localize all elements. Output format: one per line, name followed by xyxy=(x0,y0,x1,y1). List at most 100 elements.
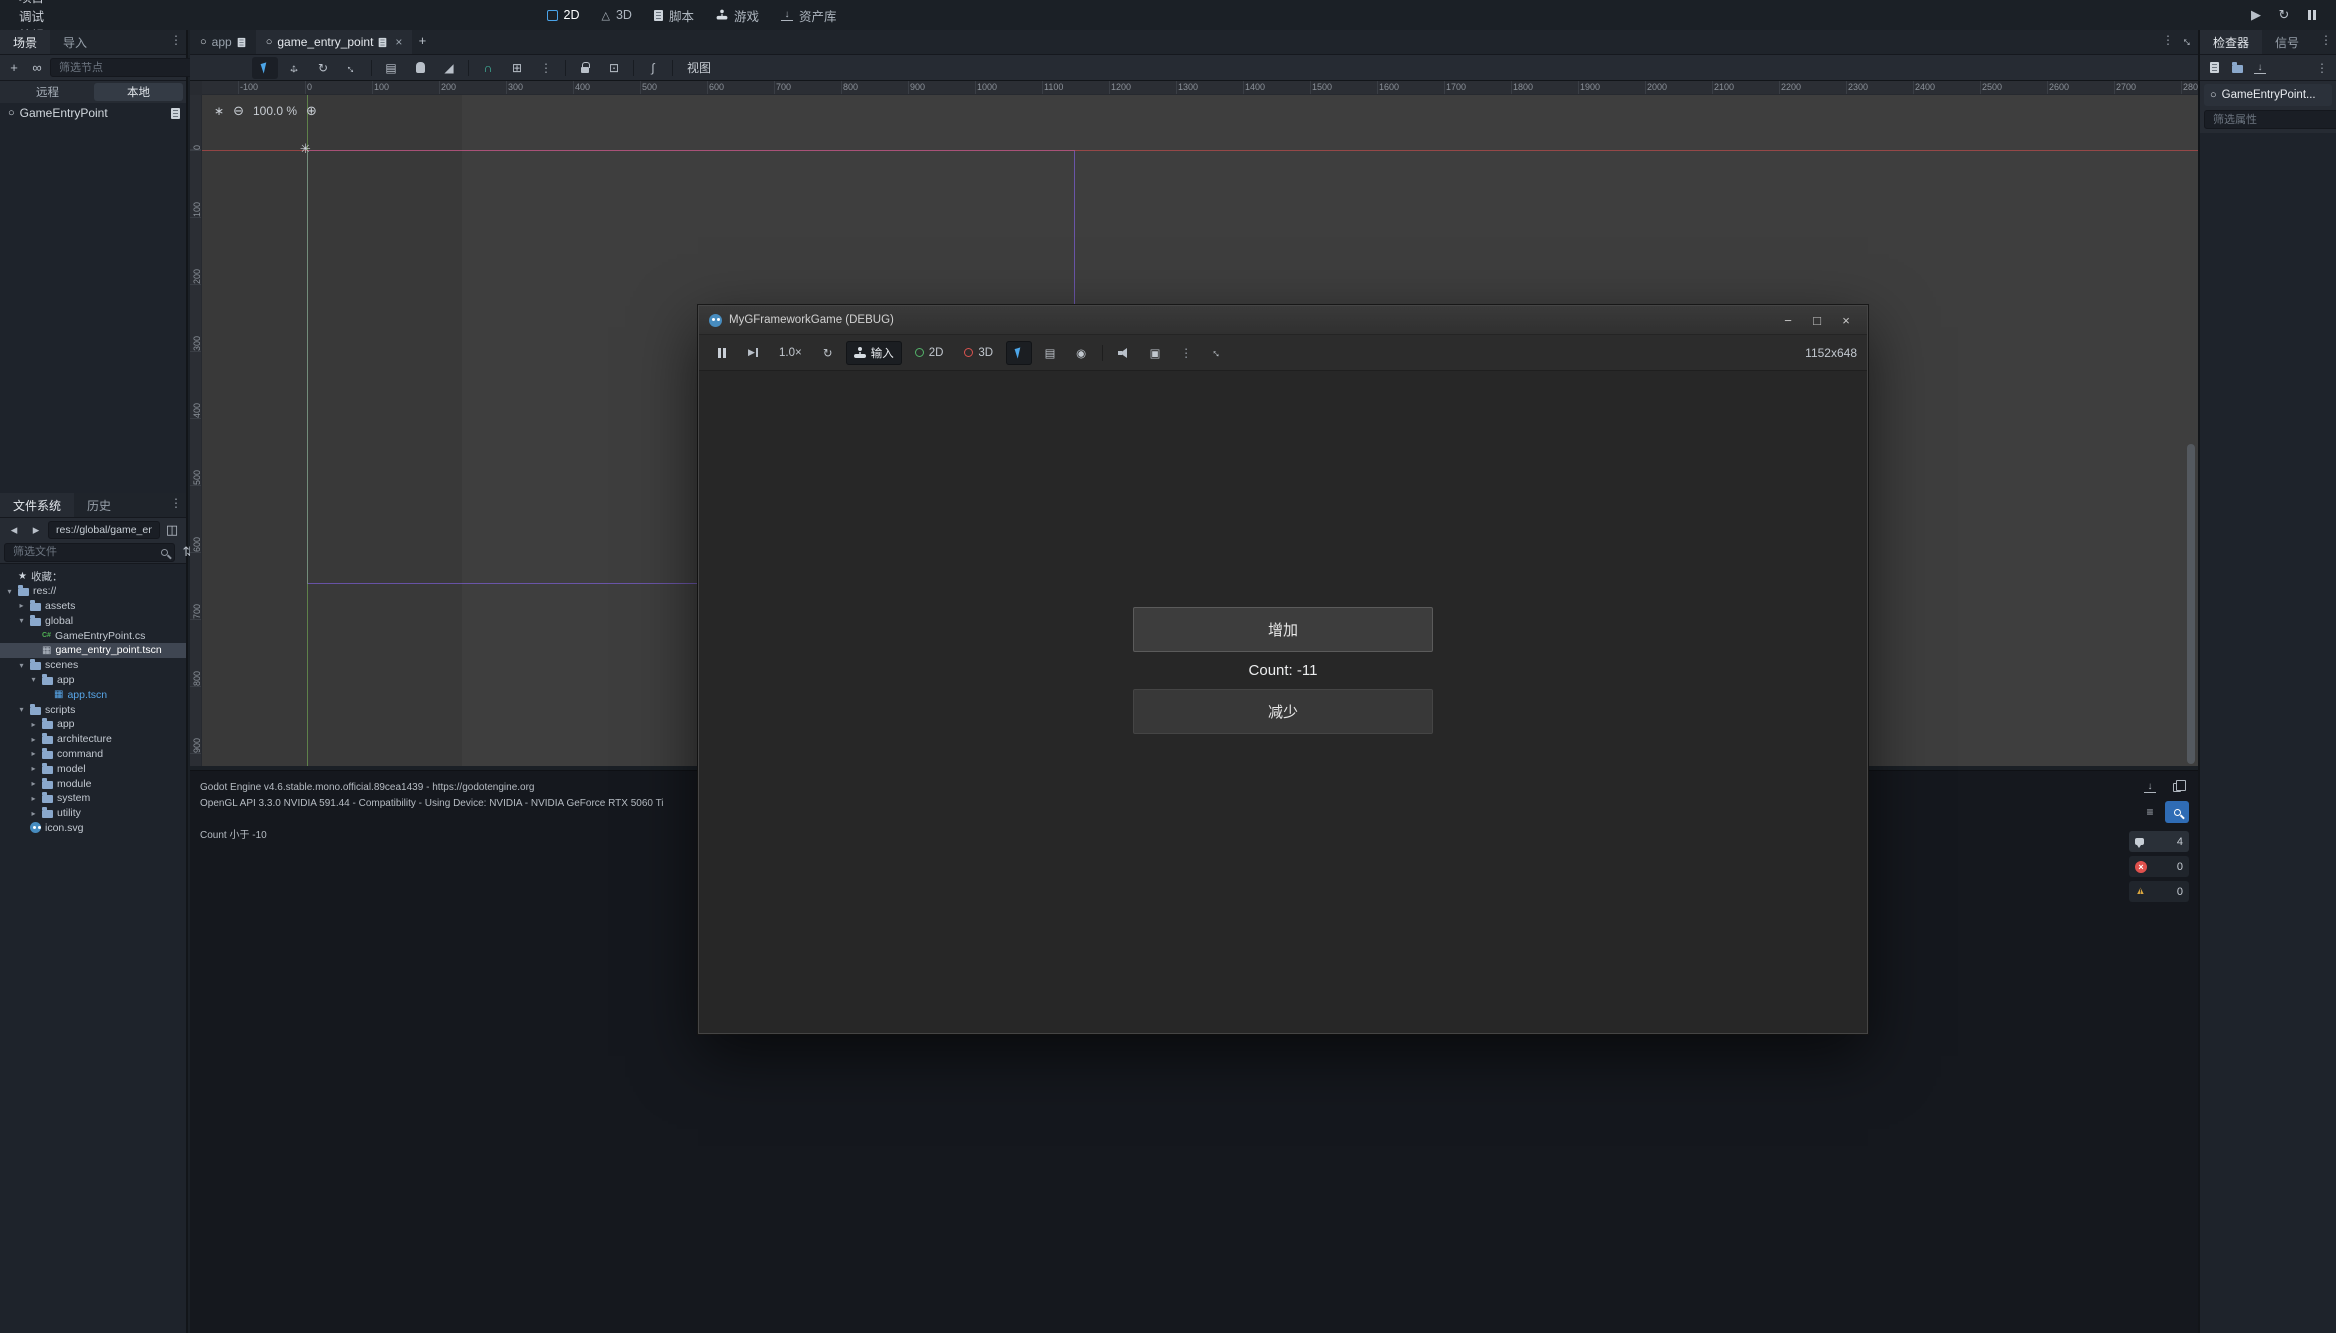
snap-options-button[interactable]: ⋮ xyxy=(533,57,559,79)
scene-tab-game_entry_point[interactable]: ○game_entry_point× xyxy=(256,30,413,54)
file-tree-item[interactable]: C#GameEntryPoint.cs xyxy=(0,628,186,643)
select-tool-button[interactable] xyxy=(252,57,278,79)
caret-icon[interactable]: ▸ xyxy=(29,764,38,773)
lock-node-button[interactable] xyxy=(572,57,598,79)
close-tab-icon[interactable]: × xyxy=(395,35,402,49)
skeleton-options-button[interactable]: ∫ xyxy=(640,57,666,79)
file-tree-item[interactable]: ▾scripts xyxy=(0,702,186,717)
workspace-tab-3d[interactable]: △3D xyxy=(591,3,643,27)
caret-icon[interactable]: ▾ xyxy=(17,616,26,625)
split-view-icon[interactable]: ◫ xyxy=(162,520,182,540)
game-window-titlebar[interactable]: MyGFrameworkGame (DEBUG) − □ × xyxy=(699,306,1867,334)
message-count-badge[interactable]: 4 xyxy=(2129,831,2189,852)
file-tree-item[interactable]: ▸utility xyxy=(0,806,186,821)
script-icon[interactable] xyxy=(171,108,180,119)
caret-icon[interactable]: ▸ xyxy=(17,601,26,610)
reload-game-button[interactable]: ↻ xyxy=(815,341,841,365)
maximize-button[interactable]: □ xyxy=(1806,313,1828,328)
property-filter-input[interactable] xyxy=(2211,113,2336,127)
file-tree-item[interactable]: ▸assets xyxy=(0,599,186,614)
ruler-tool-button[interactable]: ◢ xyxy=(436,57,462,79)
visibility-button[interactable]: ◉ xyxy=(1068,341,1094,365)
2d-mode-button[interactable]: 2D xyxy=(907,341,952,365)
file-tree-item[interactable]: ▸model xyxy=(0,761,186,776)
filesystem-options-icon[interactable]: ⋮ xyxy=(166,493,186,513)
caret-icon[interactable]: ▾ xyxy=(17,705,26,714)
next-frame-button[interactable]: ▶ xyxy=(740,341,766,365)
load-resource-button[interactable] xyxy=(2227,58,2247,78)
camera-override-button[interactable]: ▣ xyxy=(1142,341,1168,365)
game-fullscreen-button[interactable]: ↔ xyxy=(1204,341,1230,365)
smart-snap-button[interactable]: ∩ xyxy=(475,57,501,79)
new-resource-button[interactable] xyxy=(2204,58,2224,78)
back-icon[interactable]: ◂ xyxy=(4,520,24,540)
workspace-tab-game[interactable]: 游戏 xyxy=(705,3,770,27)
inspected-node[interactable]: ○ GameEntryPoint... xyxy=(2204,84,2332,106)
search-log-button[interactable] xyxy=(2165,801,2189,823)
file-tree-item[interactable]: ▸command xyxy=(0,747,186,762)
play-button[interactable]: ▶ xyxy=(2246,5,2266,25)
property-filter[interactable] xyxy=(2204,110,2336,129)
copy-log-button[interactable] xyxy=(2165,776,2189,798)
file-filter-input[interactable] xyxy=(11,545,157,559)
file-tree-item[interactable]: ▾global xyxy=(0,613,186,628)
list-select-button[interactable]: ▤ xyxy=(378,57,404,79)
3d-mode-button[interactable]: 3D xyxy=(956,341,1001,365)
suspend-button[interactable] xyxy=(709,341,735,365)
file-tree-item[interactable]: ▸system xyxy=(0,791,186,806)
workspace-tab-assetlib[interactable]: ↓资产库 xyxy=(770,3,848,27)
caret-icon[interactable]: ▾ xyxy=(17,661,26,670)
rotate-tool-button[interactable]: ↻ xyxy=(310,57,336,79)
menubar-menu[interactable]: 调试 xyxy=(10,6,66,25)
workspace-tab-script[interactable]: 脚本 xyxy=(643,3,705,27)
forward-icon[interactable]: ▸ xyxy=(26,520,46,540)
file-tree-item[interactable]: ▦app.tscn xyxy=(0,687,186,702)
tab-import[interactable]: 导入 xyxy=(50,30,100,54)
move-tool-button[interactable] xyxy=(281,57,307,79)
dock-options-icon[interactable]: ⋮ xyxy=(166,30,186,50)
caret-icon[interactable]: ▸ xyxy=(29,809,38,818)
scene-tab-list-icon[interactable]: ⋮ xyxy=(2158,30,2178,50)
expand-editor-icon[interactable]: ↔ xyxy=(2178,30,2198,50)
tab-history[interactable]: 历史 xyxy=(74,493,124,517)
grid-snap-button[interactable]: ⊞ xyxy=(504,57,530,79)
file-tree-item[interactable]: ▾res:// xyxy=(0,584,186,599)
scene-tree-root-node[interactable]: ○ GameEntryPoint xyxy=(0,103,186,123)
minimize-button[interactable]: − xyxy=(1777,313,1799,328)
tab-scene[interactable]: 场景 xyxy=(0,30,50,54)
vertical-scrollbar[interactable] xyxy=(2187,444,2195,764)
select-mode-button[interactable] xyxy=(1006,341,1032,365)
save-log-button[interactable]: ↓ xyxy=(2138,776,2162,798)
file-filter[interactable] xyxy=(4,543,175,562)
view-menu[interactable]: 视图 xyxy=(679,59,719,76)
error-count-badge[interactable]: ×0 xyxy=(2129,856,2189,877)
tab-signals[interactable]: 信号 xyxy=(2262,30,2312,54)
close-button[interactable]: × xyxy=(1835,313,1857,328)
path-input[interactable] xyxy=(54,523,154,537)
scene-filter-input[interactable] xyxy=(57,61,203,75)
caret-icon[interactable]: ▸ xyxy=(29,794,38,803)
filter-log-button[interactable]: ≡ xyxy=(2138,801,2162,823)
pan-tool-button[interactable] xyxy=(407,57,433,79)
instance-scene-button[interactable]: ∞ xyxy=(27,58,47,78)
workspace-tab-2d[interactable]: 2D xyxy=(536,3,591,27)
file-tree-item[interactable]: ▸app xyxy=(0,717,186,732)
caret-icon[interactable]: ▾ xyxy=(5,587,14,596)
pause-button[interactable] xyxy=(2302,5,2322,25)
scene-tab-app[interactable]: ○app xyxy=(190,30,256,54)
speed-button[interactable]: 1.0× xyxy=(771,341,810,365)
zoom-out-button[interactable]: ⊖ xyxy=(233,103,244,119)
decrease-button[interactable]: 减少 xyxy=(1133,689,1433,734)
increase-button[interactable]: 增加 xyxy=(1133,607,1433,652)
file-tree-item[interactable]: ▸module xyxy=(0,776,186,791)
file-tree-item[interactable]: ★收藏： xyxy=(0,569,186,584)
caret-icon[interactable]: ▸ xyxy=(29,720,38,729)
caret-icon[interactable]: ▸ xyxy=(29,779,38,788)
inspector-options-icon[interactable]: ⋮ xyxy=(2316,30,2336,50)
caret-icon[interactable]: ▸ xyxy=(29,735,38,744)
file-tree-item[interactable]: ▸architecture xyxy=(0,732,186,747)
file-tree-item[interactable]: ▾scenes xyxy=(0,658,186,673)
warning-count-badge[interactable]: ▲!0 xyxy=(2129,881,2189,902)
save-resource-button[interactable]: ↓ xyxy=(2250,58,2270,78)
zoom-in-button[interactable]: ⊕ xyxy=(306,103,317,119)
